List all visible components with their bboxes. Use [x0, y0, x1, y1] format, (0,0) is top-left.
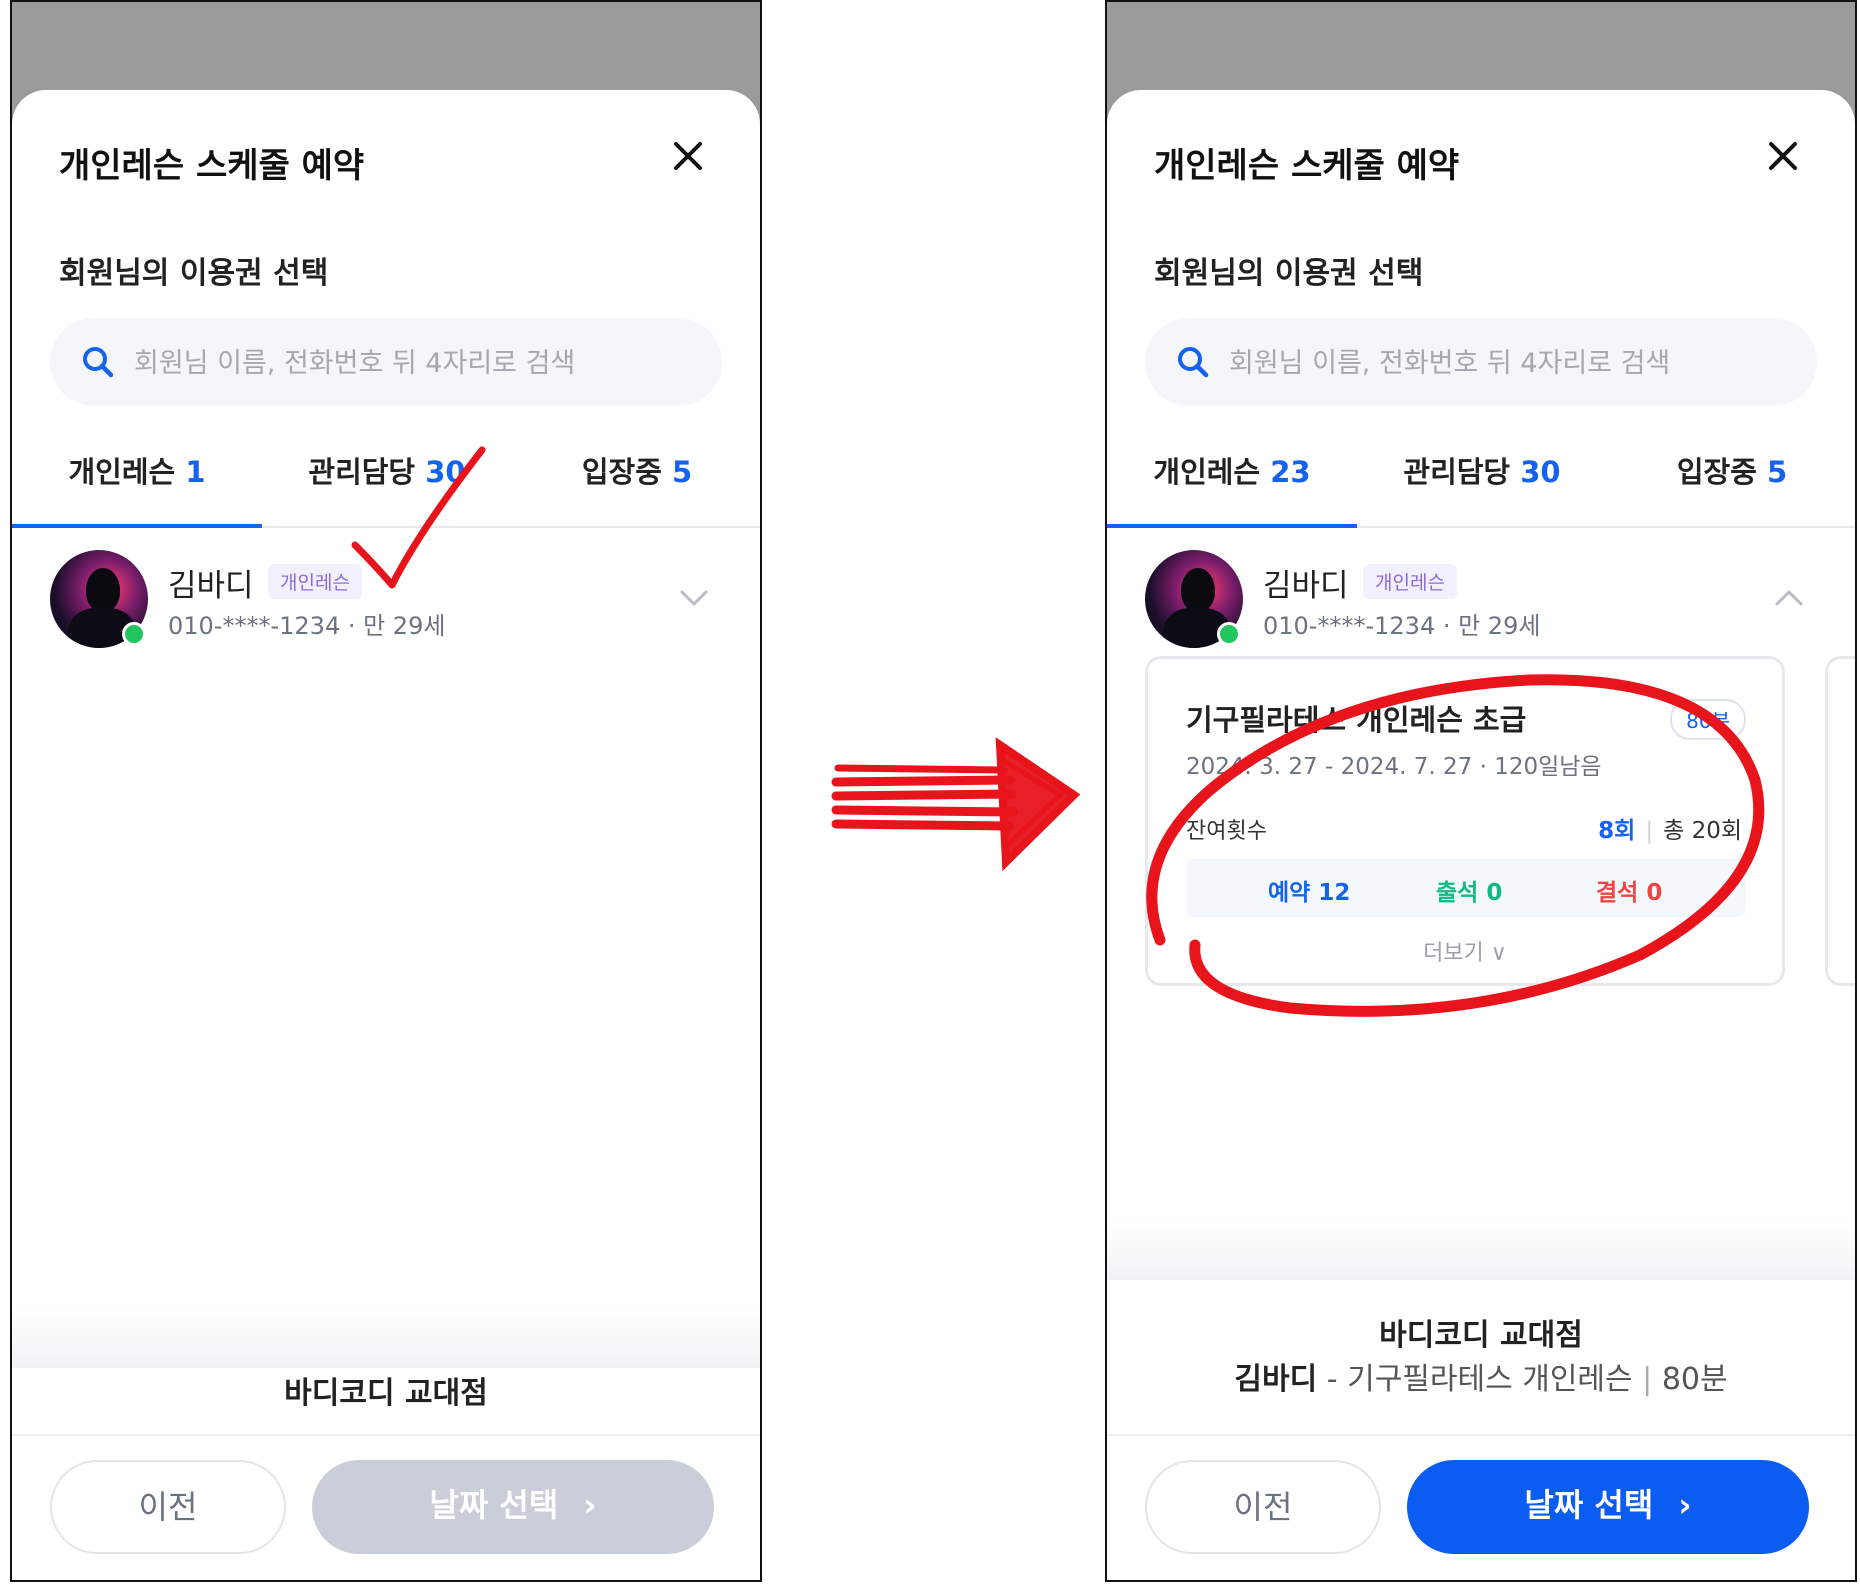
membership-badge: 개인레슨 — [268, 564, 362, 599]
select-date-button[interactable]: 날짜 선택 › — [312, 1460, 714, 1554]
footer-divider — [12, 1434, 760, 1436]
remaining-label: 잔여횟수 — [1186, 819, 1267, 844]
tab-label: 입장중 — [1676, 455, 1757, 489]
tab-count: 30 — [1520, 455, 1561, 489]
tab-count: 23 — [1270, 455, 1311, 489]
summary-sep: | — [1632, 1362, 1662, 1397]
chevron-up-icon[interactable] — [1771, 580, 1807, 616]
chevron-right-icon: › — [583, 1486, 597, 1524]
close-icon[interactable] — [1763, 136, 1803, 176]
section-title: 회원님의 이용권 선택 — [59, 256, 329, 291]
remaining-count: 8회 | 총 20회 — [1598, 811, 1742, 845]
separator: | — [1645, 818, 1654, 844]
tab-bar: 개인레슨 1 관리담당 30 입장중 5 — [12, 436, 760, 528]
tab-bar: 개인레슨 23 관리담당 30 입장중 5 — [1107, 436, 1855, 528]
tab-label: 입장중 — [581, 455, 662, 489]
prev-button[interactable]: 이전 — [50, 1460, 286, 1554]
sheet-title: 개인레슨 스케줄 예약 — [1154, 146, 1460, 186]
prev-button[interactable]: 이전 — [1145, 1460, 1381, 1554]
absent-count: 결석 0 — [1596, 880, 1663, 906]
button-label: 날짜 선택 — [1524, 1486, 1654, 1524]
select-date-button[interactable]: 날짜 선택 › — [1407, 1460, 1809, 1554]
bottom-sheet: 개인레슨 스케줄 예약 회원님의 이용권 선택 개인레슨 1 관리담당 30 입… — [12, 90, 760, 1580]
summary-duration: 80분 — [1661, 1362, 1728, 1397]
summary-member-name: 김바디 — [1234, 1362, 1318, 1397]
tab-count: 5 — [1766, 455, 1788, 489]
search-input[interactable] — [132, 318, 696, 408]
tab-checked-in[interactable]: 입장중 5 — [512, 436, 760, 526]
member-info: 010-****-1234 · 만 29세 — [1263, 612, 1541, 640]
bottom-sheet: 개인레슨 스케줄 예약 회원님의 이용권 선택 개인레슨 23 관리담당 30 … — [1107, 90, 1855, 1580]
search-bar[interactable] — [1145, 318, 1817, 408]
more-link[interactable]: 더보기 ∨ — [1148, 935, 1782, 967]
tab-personal-lesson[interactable]: 개인레슨 1 — [12, 436, 262, 528]
search-icon — [1178, 347, 1209, 378]
section-title: 회원님의 이용권 선택 — [1154, 256, 1424, 291]
ticket-card[interactable]: 기구필라테스 개인레슨 초급 80분 2024. 3. 27 - 2024. 7… — [1145, 656, 1785, 986]
search-bar[interactable] — [50, 318, 722, 408]
tab-managed[interactable]: 관리담당 30 — [1357, 436, 1607, 526]
member-name: 김바디 — [1263, 568, 1349, 604]
tab-count: 5 — [671, 455, 693, 489]
member-row[interactable]: 김바디 개인레슨 010-****-1234 · 만 29세 — [50, 550, 722, 660]
tab-label: 관리담당 — [1403, 455, 1511, 489]
close-icon[interactable] — [668, 136, 708, 176]
sheet-title: 개인레슨 스케줄 예약 — [59, 146, 365, 186]
ticket-name: 기구필라테스 개인레슨 초급 — [1186, 703, 1527, 737]
tab-checked-in[interactable]: 입장중 5 — [1607, 436, 1855, 526]
chevron-right-icon: › — [1678, 1486, 1692, 1524]
membership-badge: 개인레슨 — [1363, 564, 1457, 599]
chevron-down-icon[interactable] — [676, 580, 712, 616]
button-label: 날짜 선택 — [429, 1486, 559, 1524]
left-screen: 개인레슨 스케줄 예약 회원님의 이용권 선택 개인레슨 1 관리담당 30 입… — [10, 0, 762, 1582]
footer-divider — [1107, 1434, 1855, 1436]
member-info: 010-****-1234 · 만 29세 — [168, 612, 446, 640]
avatar-head — [86, 568, 120, 612]
member-row[interactable]: 김바디 개인레슨 010-****-1234 · 만 29세 — [1145, 550, 1817, 660]
reserved-count: 예약 12 — [1268, 880, 1351, 906]
online-status-dot — [1217, 622, 1241, 646]
total-count: 총 20회 — [1663, 818, 1742, 844]
search-icon — [83, 347, 114, 378]
selected-ticket-summary: 김바디 - 기구필라테스 개인레슨 | 80분 — [1107, 1354, 1855, 1398]
right-screen: 개인레슨 스케줄 예약 회원님의 이용권 선택 개인레슨 23 관리담당 30 … — [1105, 0, 1857, 1582]
content-fade — [1107, 1220, 1855, 1280]
search-input[interactable] — [1227, 318, 1791, 408]
tab-label: 관리담당 — [308, 455, 416, 489]
avatar-head — [1181, 568, 1215, 612]
tab-managed[interactable]: 관리담당 30 — [262, 436, 512, 526]
tab-label: 개인레슨 — [68, 455, 176, 489]
ticket-period: 2024. 3. 27 - 2024. 7. 27 · 120일남음 — [1186, 754, 1602, 780]
attended-count: 출석 0 — [1436, 880, 1503, 906]
tab-personal-lesson[interactable]: 개인레슨 23 — [1107, 436, 1357, 528]
branch-name: 바디코디 교대점 — [284, 1376, 488, 1411]
next-ticket-card-peek[interactable] — [1825, 656, 1855, 986]
member-name: 김바디 — [168, 568, 254, 604]
red-arrow — [831, 737, 1081, 872]
usage-stats: 예약 12 출석 0 결석 0 — [1186, 859, 1746, 917]
online-status-dot — [122, 622, 146, 646]
tab-label: 개인레슨 — [1153, 455, 1261, 489]
tab-count: 30 — [425, 455, 466, 489]
branch-name: 바디코디 교대점 — [1379, 1318, 1583, 1353]
summary-ticket-name: 기구필라테스 개인레슨 — [1347, 1362, 1633, 1397]
summary-dash: - — [1317, 1362, 1348, 1397]
remaining-value: 8회 — [1598, 818, 1636, 844]
content-fade — [12, 1308, 760, 1368]
tab-count: 1 — [185, 455, 206, 489]
duration-badge: 80분 — [1670, 699, 1746, 740]
